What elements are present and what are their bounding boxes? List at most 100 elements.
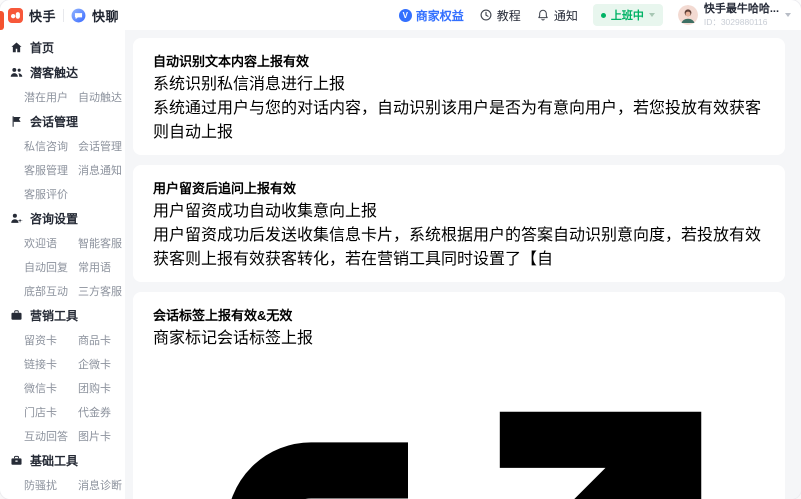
kuaishou-logo: 快手: [8, 6, 56, 25]
sidebar-item-smart-agent[interactable]: 智能客服: [78, 235, 122, 251]
users-icon: [10, 67, 23, 77]
setting-merchant-tag-report: 商家标记会话标签上报 了解详情 快聊、第三方客服回传的【有意向】、【交定金】及【…: [153, 324, 765, 499]
online-dot-icon: [600, 12, 606, 18]
notification-button[interactable]: 通知: [536, 7, 578, 24]
sidebar-item-session-mgmt[interactable]: 会话管理: [78, 138, 122, 154]
sidebar-group-leads[interactable]: 潜客触达: [0, 60, 125, 85]
sidebar-group-marketing-tools[interactable]: 营销工具: [0, 303, 125, 328]
sidebar-item-wechat-card[interactable]: 微信卡: [24, 380, 78, 396]
sidebar-group-sessions[interactable]: 会话管理: [0, 109, 125, 134]
sidebar-group-consult-settings[interactable]: 咨询设置: [0, 206, 125, 231]
sidebar-subrow: 潜在用户 自动触达: [0, 85, 125, 109]
sidebar-subrow: 微信卡 团购卡: [0, 376, 125, 400]
merchant-benefits-label: 商家权益: [415, 8, 464, 23]
v-badge-icon: V: [398, 8, 412, 22]
work-status-label: 上班中: [610, 10, 644, 22]
chevron-down-icon: [785, 13, 791, 17]
avatar: [677, 5, 698, 25]
sidebar-item-msg-diagnosis[interactable]: 消息诊断: [78, 477, 122, 493]
sidebar-item-wecom-card[interactable]: 企微卡: [78, 356, 111, 372]
sidebar-item-lead-card[interactable]: 留资卡: [24, 332, 78, 348]
sidebar-item-auto-reply[interactable]: 自动回复: [24, 259, 78, 275]
sidebar-subrow: 欢迎语 智能客服: [0, 231, 125, 255]
briefcase-icon: [11, 310, 22, 320]
chevron-down-icon: [648, 13, 655, 17]
sidebar-item-common-phrases[interactable]: 常用语: [78, 259, 111, 275]
sidebar-subrow: 互动回答 图片卡: [0, 424, 125, 448]
user-name: 快手最牛哈哈...: [703, 3, 779, 16]
card-session-tag-report: 会话标签上报有效&无效 商家标记会话标签上报 了解详情 快聊、第三方客服回传的【…: [133, 292, 785, 499]
sidebar-nav: 首页 潜客触达 潜在用户 自动触达 会话管理 私信咨询 会话管理 客服管理 消息…: [0, 30, 125, 499]
setting-label: 商家标记会话标签上报: [153, 330, 314, 347]
header-actions: V 商家权益 教程 通知 上班中 快手最牛哈哈... ID：3029880116: [398, 3, 791, 27]
tutorial-button[interactable]: 教程: [479, 7, 521, 24]
sidebar-subrow: 客服评价: [0, 182, 125, 206]
card-lead-followup-report: 用户留资后追问上报有效 用户留资成功自动收集意向上报 用户留资成功后发送收集信息…: [133, 165, 785, 282]
sidebar-item-msg-notify[interactable]: 消息通知: [78, 162, 122, 178]
sidebar-item-agent-mgmt[interactable]: 客服管理: [24, 162, 78, 178]
sidebar-item-third-party-agent[interactable]: 三方客服: [78, 283, 122, 299]
work-status-dropdown[interactable]: 上班中: [592, 4, 663, 26]
sidebar-subrow: 门店卡 代金券: [0, 400, 125, 424]
app-window: 快手 快聊 V 商家权益 教程 通知 上班中 快手最牛哈哈... ID：3029…: [0, 0, 801, 499]
sidebar-item-anti-harass[interactable]: 防骚扰: [24, 477, 78, 493]
sidebar-subrow: 留资卡 商品卡: [0, 328, 125, 352]
sidebar-item-bottom-interact[interactable]: 底部互动: [24, 283, 78, 299]
sidebar-item-potential-users[interactable]: 潜在用户: [24, 89, 78, 105]
sidebar-subrow: 链接卡 企微卡: [0, 352, 125, 376]
bell-icon: [538, 9, 548, 21]
kuailiao-logo-text: 快聊: [92, 8, 120, 24]
sidebar-subrow: 底部互动 三方客服: [0, 279, 125, 303]
card-title: 用户留资后追问上报有效: [153, 181, 297, 196]
setting-label: 系统识别私信消息进行上报: [153, 76, 346, 93]
window-edge-accent: [0, 11, 4, 30]
sidebar-item-voucher[interactable]: 代金券: [78, 404, 111, 420]
sidebar-item-groupbuy-card[interactable]: 团购卡: [78, 380, 111, 396]
sidebar-subrow: 私信咨询 会话管理: [0, 134, 125, 158]
flag-icon: [12, 116, 21, 127]
logo-divider: [63, 8, 65, 22]
tutorial-label: 教程: [496, 8, 521, 23]
sidebar-item-dm-consult[interactable]: 私信咨询: [24, 138, 78, 154]
user-menu[interactable]: 快手最牛哈哈... ID：3029880116: [677, 3, 791, 27]
sidebar-group-label: 咨询设置: [30, 212, 79, 226]
main-content: 自动识别文本内容上报有效 系统识别私信消息进行上报 系统通过用户与您的对话内容，…: [125, 30, 801, 499]
sidebar-subrow: 防骚扰 消息诊断: [0, 473, 125, 497]
user-meta: 快手最牛哈哈... ID：3029880116: [704, 3, 779, 26]
kuaishou-logo-text: 快手: [29, 8, 57, 24]
user-gear-icon: [11, 213, 23, 223]
notification-label: 通知: [553, 8, 578, 23]
kuailiao-logo-icon: [71, 8, 86, 22]
sidebar-item-auto-reach[interactable]: 自动触达: [78, 89, 122, 105]
sidebar-group-label: 潜客触达: [30, 66, 79, 80]
user-id: ID：3029880116: [703, 16, 768, 27]
merchant-benefits-button[interactable]: V 商家权益: [398, 7, 464, 24]
card-auto-text-report: 自动识别文本内容上报有效 系统识别私信消息进行上报 系统通过用户与您的对话内容，…: [133, 38, 785, 155]
sidebar-item-label: 首页: [30, 41, 55, 55]
sidebar-item-interactive-qa[interactable]: 互动回答: [24, 428, 78, 444]
setting-description: 用户留资成功后发送收集信息卡片，系统根据用户的答案自动识别意向度，若投放有效获客…: [153, 227, 762, 268]
sidebar-item-product-card[interactable]: 商品卡: [78, 332, 111, 348]
sidebar-item-image-card[interactable]: 图片卡: [78, 428, 111, 444]
sidebar-item-link-card[interactable]: 链接卡: [24, 356, 78, 372]
sidebar-item-home[interactable]: 首页: [0, 35, 125, 60]
kuailiao-logo: 快聊: [71, 6, 119, 25]
sidebar-group-label: 基础工具: [30, 454, 79, 468]
setting-label: 用户留资成功自动收集意向上报: [153, 203, 378, 220]
kuaishou-logo-icon: [8, 7, 23, 23]
setting-auto-dm-report: 系统识别私信消息进行上报 系统通过用户与您的对话内容，自动识别该用户是否为有意向…: [153, 70, 765, 142]
setting-lead-intent-report: 用户留资成功自动收集意向上报 用户留资成功后发送收集信息卡片，系统根据用户的答案…: [153, 197, 765, 269]
sidebar-subrow: 自动回复 常用语: [0, 255, 125, 279]
sidebar-group-label: 营销工具: [30, 309, 79, 323]
sidebar-item-agent-rating[interactable]: 客服评价: [24, 186, 78, 202]
setting-description: 系统通过用户与您的对话内容，自动识别该用户是否为有意向用户，若您投放有效获客则自…: [153, 100, 762, 141]
toolbox-icon: [11, 455, 22, 465]
card-title: 会话标签上报有效&无效: [153, 308, 293, 323]
sidebar-group-basic-tools[interactable]: 基础工具: [0, 448, 125, 473]
sidebar-subrow: 客服管理 消息通知: [0, 158, 125, 182]
sidebar-item-welcome-msg[interactable]: 欢迎语: [24, 235, 78, 251]
external-link-icon: [231, 411, 702, 499]
sidebar-group-label: 会话管理: [30, 115, 79, 129]
card-title: 自动识别文本内容上报有效: [153, 54, 310, 69]
sidebar-item-store-card[interactable]: 门店卡: [24, 404, 78, 420]
